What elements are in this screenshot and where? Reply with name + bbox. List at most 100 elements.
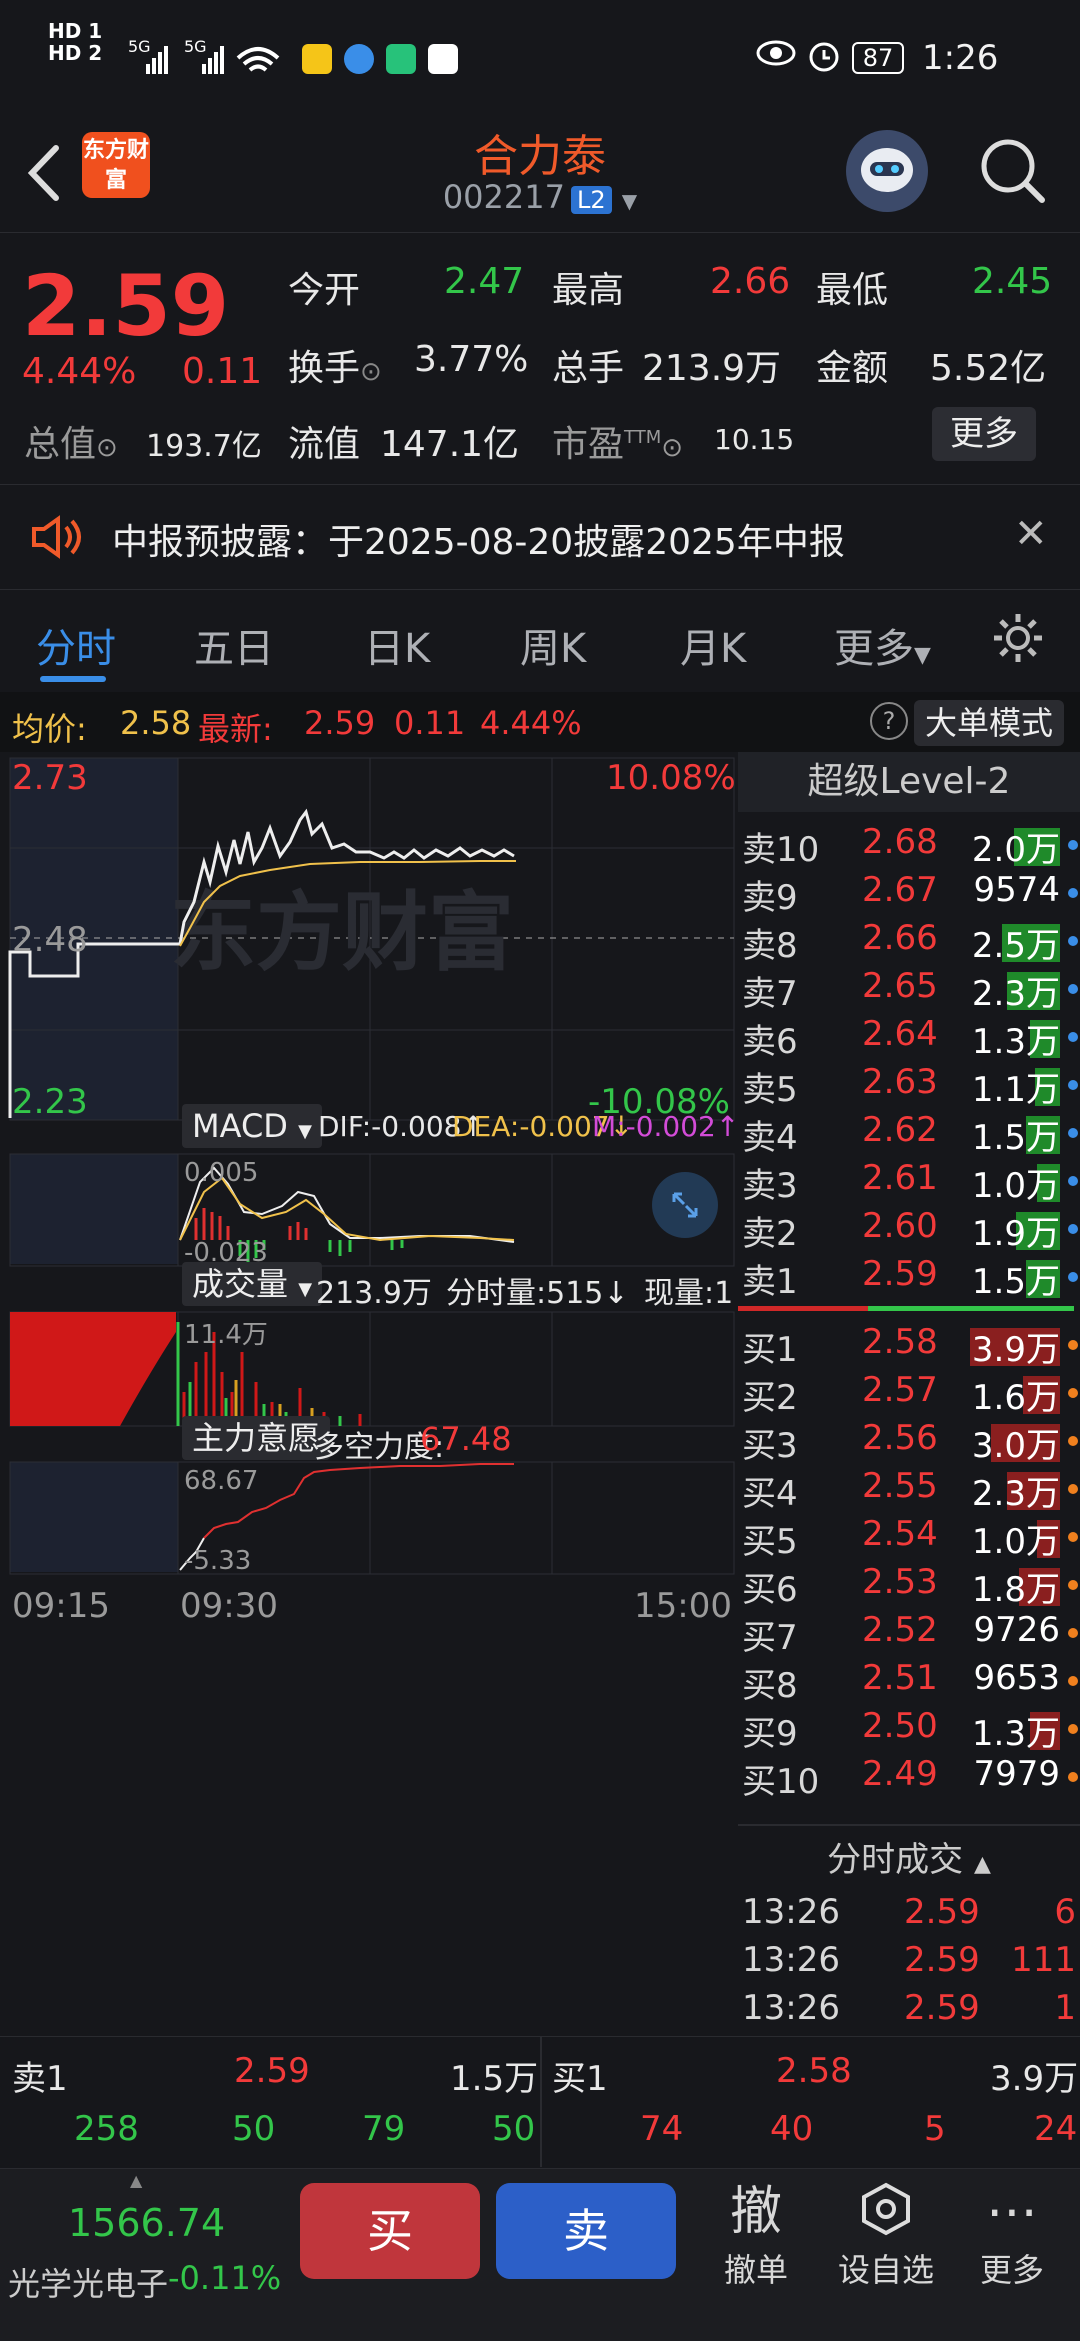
ask-row[interactable]: 卖10 2.68 2.0万 — [738, 822, 1080, 870]
summary-ask-label: 卖1 — [12, 2059, 68, 2099]
bid-price: 2.50 — [862, 1706, 938, 1746]
trade-time: 13:26 — [742, 1988, 840, 2028]
alarm-icon — [806, 38, 842, 76]
notice-banner[interactable]: 中报预披露：于2025-08-20披露2025年中报 ✕ — [0, 484, 1080, 590]
latest-change: 0.11 — [394, 704, 466, 742]
ask-row[interactable]: 卖7 2.65 2.3万 — [738, 966, 1080, 1014]
bid-row[interactable]: 买8 2.51 9653 — [738, 1658, 1080, 1706]
bid-row[interactable]: 买1 2.58 3.9万 — [738, 1322, 1080, 1370]
order-book[interactable]: 超级Level-2 卖10 2.68 2.0万 卖9 2.67 9574 卖8 2.66 2.5… — [738, 752, 1080, 2042]
add-watchlist-button[interactable]: 设自选 — [836, 2179, 936, 2291]
ask-row[interactable]: 卖9 2.67 9574 — [738, 870, 1080, 918]
svg-text:5G: 5G — [128, 38, 151, 56]
info-icon[interactable]: ⊙ — [96, 433, 118, 463]
pe-label: 市盈TTM⊙ — [552, 424, 684, 465]
sell-button[interactable]: 卖 — [496, 2183, 676, 2279]
bid-row[interactable]: 买2 2.57 1.6万 — [738, 1370, 1080, 1418]
cancel-order-icon: 撤 — [729, 2182, 782, 2242]
sector-change: -0.11% — [168, 2259, 282, 2297]
chevron-down-icon: ▼ — [621, 189, 638, 213]
trade-price: 2.59 — [904, 1892, 980, 1932]
ask-price: 2.61 — [862, 1158, 938, 1198]
bid-price: 2.54 — [862, 1514, 938, 1554]
ask-row[interactable]: 卖6 2.64 1.3万 — [738, 1014, 1080, 1062]
signal-icon: 5G 5G — [128, 37, 298, 83]
trade-price: 2.59 — [904, 1988, 980, 2028]
ask-level-label: 卖5 — [742, 1070, 798, 1110]
tab-monthly-k[interactable]: 月K — [680, 616, 746, 674]
svg-text:5G: 5G — [184, 38, 207, 56]
bid-level-label: 买7 — [742, 1618, 798, 1658]
bid-price: 2.55 — [862, 1466, 938, 1506]
macd-selector[interactable]: MACD ▼ — [182, 1104, 322, 1148]
ask-row[interactable]: 卖8 2.66 2.5万 — [738, 918, 1080, 966]
battery-icon: 87 — [852, 42, 904, 74]
ask-price: 2.64 — [862, 1014, 938, 1054]
volume-value: 213.9万 — [642, 348, 782, 389]
bid-row[interactable]: 买5 2.54 1.0万 — [738, 1514, 1080, 1562]
bid-volume: 2.3万 — [971, 1474, 1060, 1514]
ask-row[interactable]: 卖5 2.63 1.1万 — [738, 1062, 1080, 1110]
bid-row[interactable]: 买3 2.56 3.0万 — [738, 1418, 1080, 1466]
ask-row[interactable]: 卖3 2.61 1.0万 — [738, 1158, 1080, 1206]
expand-icon[interactable] — [652, 1172, 718, 1238]
info-icon[interactable]: ⊙ — [360, 357, 382, 387]
ask-level-label: 卖4 — [742, 1118, 798, 1158]
tab-weekly-k[interactable]: 周K — [520, 616, 586, 674]
message-icon — [428, 44, 458, 74]
ask-price: 2.62 — [862, 1110, 938, 1150]
summary-ask-n1: 258 — [74, 2109, 139, 2149]
bid-row[interactable]: 买4 2.55 2.3万 — [738, 1466, 1080, 1514]
ask-volume: 1.9万 — [971, 1214, 1060, 1254]
more-quote-button[interactable]: 更多 — [932, 407, 1036, 461]
close-icon[interactable]: ✕ — [1014, 511, 1048, 557]
summary-bid-n1: 74 — [640, 2109, 684, 2149]
volume-selector[interactable]: 成交量 ▼ — [182, 1262, 323, 1306]
bid-volume: 1.6万 — [971, 1378, 1060, 1418]
cancel-order-button[interactable]: 撤 撤单 — [706, 2179, 806, 2291]
chevron-up-icon[interactable]: ▲ — [130, 2171, 142, 2190]
assistant-robot-icon[interactable] — [846, 130, 928, 212]
chevron-up-icon: ▲ — [973, 1852, 991, 1877]
ask-indicator-dot — [1068, 1272, 1078, 1282]
ask-row[interactable]: 卖4 2.62 1.5万 — [738, 1110, 1080, 1158]
tab-more[interactable]: 更多▼ — [834, 616, 931, 674]
notice-text: 中报预披露：于2025-08-20披露2025年中报 — [112, 522, 845, 563]
info-icon[interactable]: ⊙ — [661, 433, 683, 463]
open-label: 今开 — [288, 270, 361, 311]
chart-tabs: 分时 五日 日K 周K 月K 更多▼ — [0, 588, 1080, 690]
watchlist-icon — [836, 2179, 936, 2245]
latest-pct: 4.44% — [480, 704, 582, 742]
ask-row[interactable]: 卖1 2.59 1.5万 — [738, 1254, 1080, 1302]
ask-indicator-dot — [1068, 1224, 1078, 1234]
buy-button[interactable]: 买 — [300, 2183, 480, 2279]
sector-name[interactable]: 光学光电子 — [8, 2259, 168, 2305]
tab-intraday[interactable]: 分时 — [36, 616, 116, 674]
ask-row[interactable]: 卖2 2.60 1.9万 — [738, 1206, 1080, 1254]
open-value: 2.47 — [444, 261, 525, 302]
trades-header[interactable]: 分时成交 ▲ — [738, 1832, 1080, 1881]
help-icon[interactable]: ? — [870, 702, 908, 740]
bid-row[interactable]: 买10 2.49 7979 — [738, 1754, 1080, 1802]
intent-selector[interactable]: 主力意愿 — [182, 1416, 331, 1460]
tab-five-day[interactable]: 五日 — [194, 616, 274, 674]
bid-row[interactable]: 买6 2.53 1.8万 — [738, 1562, 1080, 1610]
ask-indicator-dot — [1068, 840, 1078, 850]
more-button[interactable]: ⋯ 更多 — [962, 2179, 1062, 2291]
summary-ask-price: 2.59 — [234, 2051, 310, 2091]
bid-row[interactable]: 买9 2.50 1.3万 — [738, 1706, 1080, 1754]
big-order-mode-button[interactable]: 大单模式 — [914, 700, 1064, 746]
ask-volume: 2.0万 — [971, 830, 1060, 870]
chart-area[interactable]: 东方财富 2.73 2.48 2.23 10.08% -10.08% MACD … — [0, 752, 739, 2032]
sector-index-value[interactable]: 1566.74 — [68, 2201, 225, 2245]
search-icon[interactable] — [976, 134, 1048, 210]
bid-indicator-dot — [1068, 1772, 1078, 1782]
bid-row[interactable]: 买7 2.52 9726 — [738, 1610, 1080, 1658]
settings-gear-icon[interactable] — [990, 610, 1046, 670]
ask-price: 2.63 — [862, 1062, 938, 1102]
macd-top-label: 0.005 — [184, 1158, 259, 1188]
bid-price: 2.51 — [862, 1658, 938, 1698]
ask-indicator-dot — [1068, 1128, 1078, 1138]
bid-price: 2.56 — [862, 1418, 938, 1458]
tab-daily-k[interactable]: 日K — [364, 616, 430, 674]
